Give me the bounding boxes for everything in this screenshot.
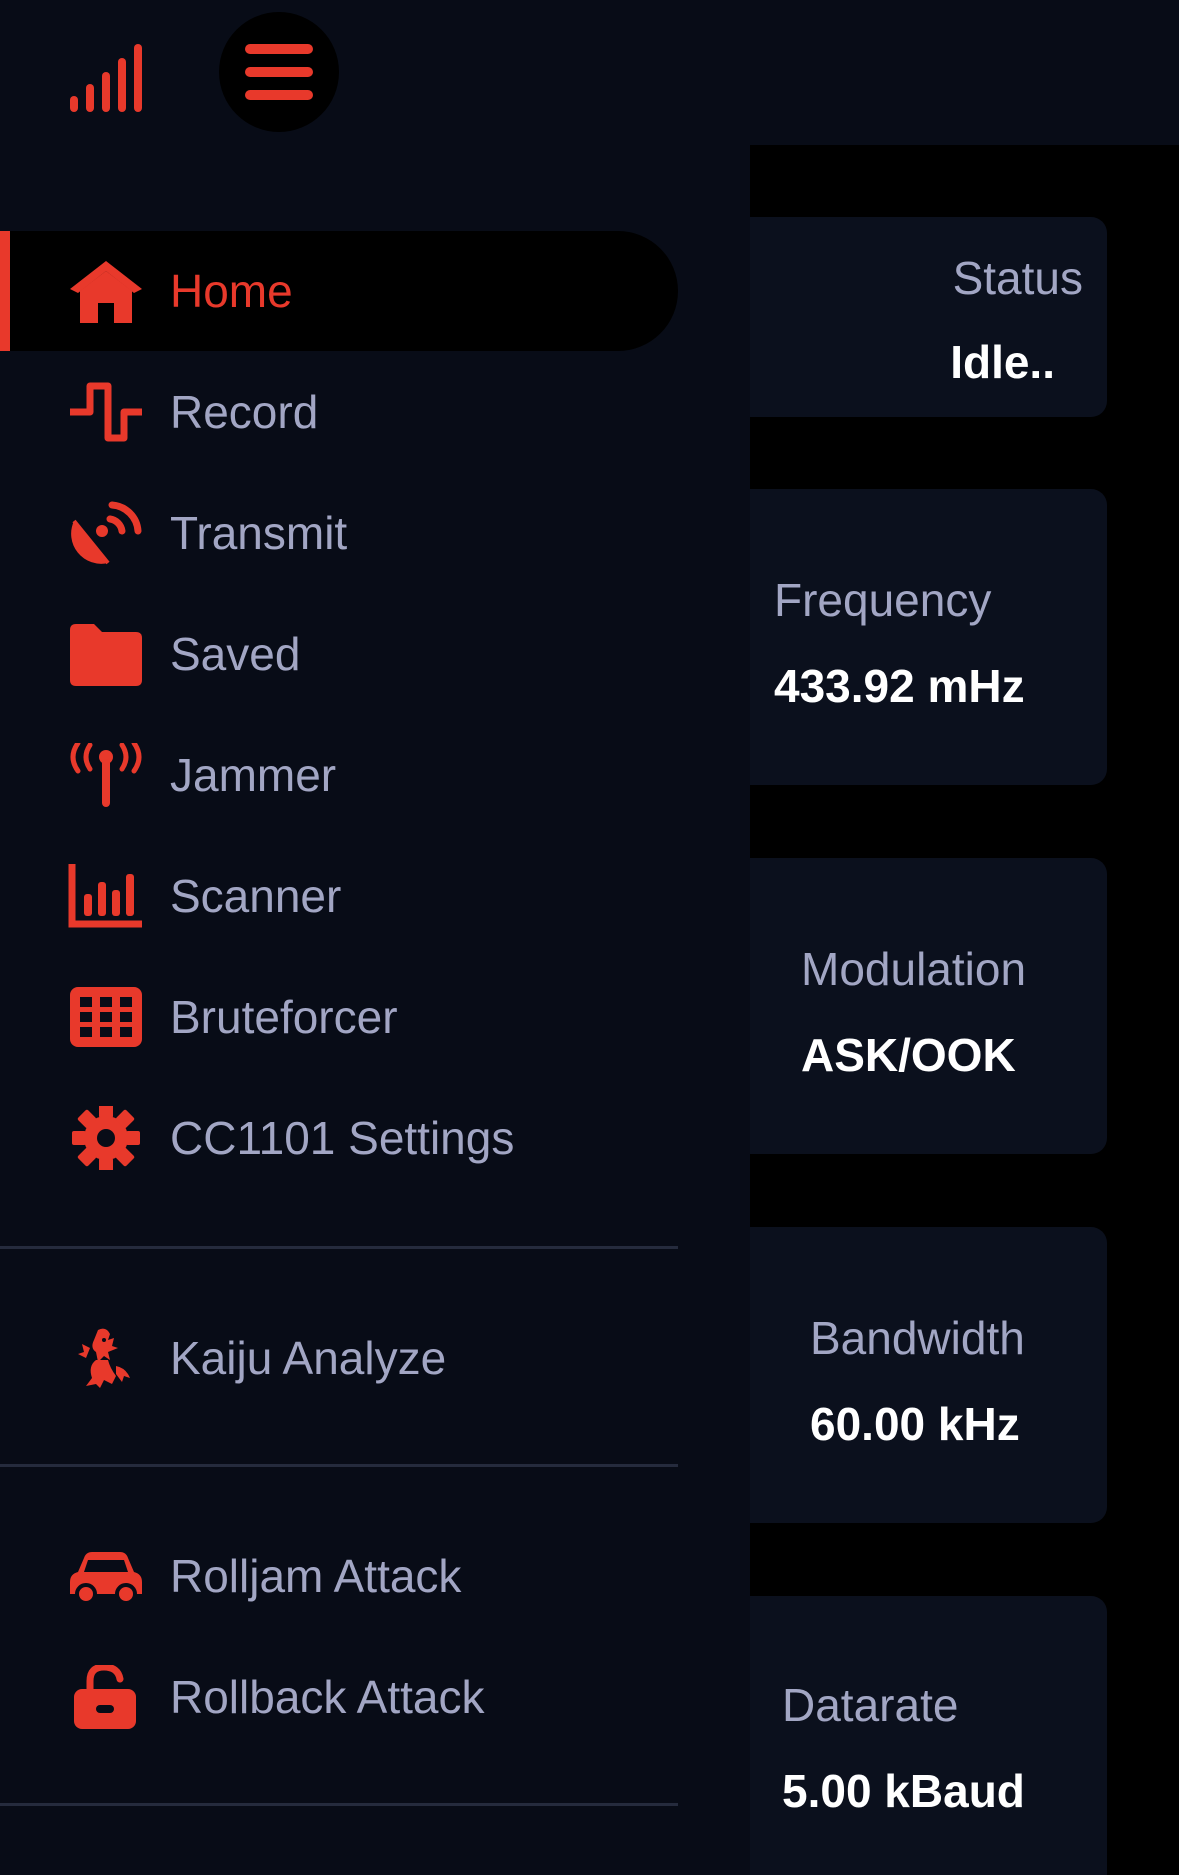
bandwidth-card: Bandwidth 60.00 kHz [750,1227,1107,1523]
nav-item-bruteforcer[interactable]: Bruteforcer [0,957,678,1077]
nav-label-transmit: Transmit [170,507,348,559]
sidebar: Home Record Transmit Saved Jammer Scanne… [0,145,680,1875]
kaiju-icon [78,1328,130,1388]
nav-item-home[interactable]: Home [0,231,678,351]
bandwidth-label: Bandwidth [810,1312,1025,1364]
nav-item-kaiju-analyze[interactable]: Kaiju Analyze [0,1298,678,1418]
nav-label-kaiju-analyze: Kaiju Analyze [170,1332,447,1384]
nav-item-rolljam-attack[interactable]: Rolljam Attack [0,1516,678,1636]
nav-item-record[interactable]: Record [0,352,678,472]
nav-label-home: Home [170,265,293,317]
home-icon [70,261,142,323]
bandwidth-value: 60.00 kHz [810,1398,1020,1450]
status-value: Idle.. [950,336,1055,388]
divider [0,1246,678,1249]
folder-icon [70,624,142,686]
modulation-value: ASK/OOK [801,1029,1016,1081]
waveform-icon [70,382,142,442]
status-card: Status Idle.. [750,217,1107,417]
menu-button[interactable] [219,12,339,132]
nav-item-scanner[interactable]: Scanner [0,836,678,956]
unlock-icon [74,1665,136,1729]
grid-icon [70,987,142,1047]
nav-label-rolljam-attack: Rolljam Attack [170,1550,462,1602]
datarate-value: 5.00 kBaud [782,1765,1025,1817]
signal-bars-icon [70,44,142,112]
nav-label-bruteforcer: Bruteforcer [170,991,398,1043]
divider [0,1803,678,1806]
hamburger-menu-icon [245,44,313,100]
nav-item-transmit[interactable]: Transmit [0,473,678,593]
modulation-card: Modulation ASK/OOK [750,858,1107,1154]
datarate-label: Datarate [782,1679,959,1731]
bar-chart-icon [68,864,142,928]
frequency-card: Frequency 433.92 mHz [750,489,1107,785]
nav-item-cc1101-settings[interactable]: CC1101 Settings [0,1078,678,1198]
nav-label-cc1101-settings: CC1101 Settings [170,1112,515,1164]
nav-label-rollback-attack: Rollback Attack [170,1671,485,1723]
status-label: Status [952,252,1083,304]
satellite-dish-icon [71,501,142,565]
active-indicator [0,231,10,351]
gear-icon [72,1106,140,1170]
antenna-icon [70,743,142,807]
modulation-label: Modulation [801,943,1027,995]
nav-label-record: Record [170,386,319,438]
nav-label-saved: Saved [170,628,301,680]
nav-label-scanner: Scanner [170,870,342,922]
nav-item-saved[interactable]: Saved [0,594,678,714]
nav-item-rollback-attack[interactable]: Rollback Attack [0,1637,678,1757]
top-bar [0,0,1179,145]
car-icon [70,1552,142,1605]
datarate-card: Datarate 5.00 kBaud [750,1596,1107,1875]
frequency-label: Frequency [774,574,992,626]
frequency-value: 433.92 mHz [774,660,1025,712]
divider [0,1464,678,1467]
nav-label-jammer: Jammer [170,749,337,801]
nav-item-jammer[interactable]: Jammer [0,715,678,835]
